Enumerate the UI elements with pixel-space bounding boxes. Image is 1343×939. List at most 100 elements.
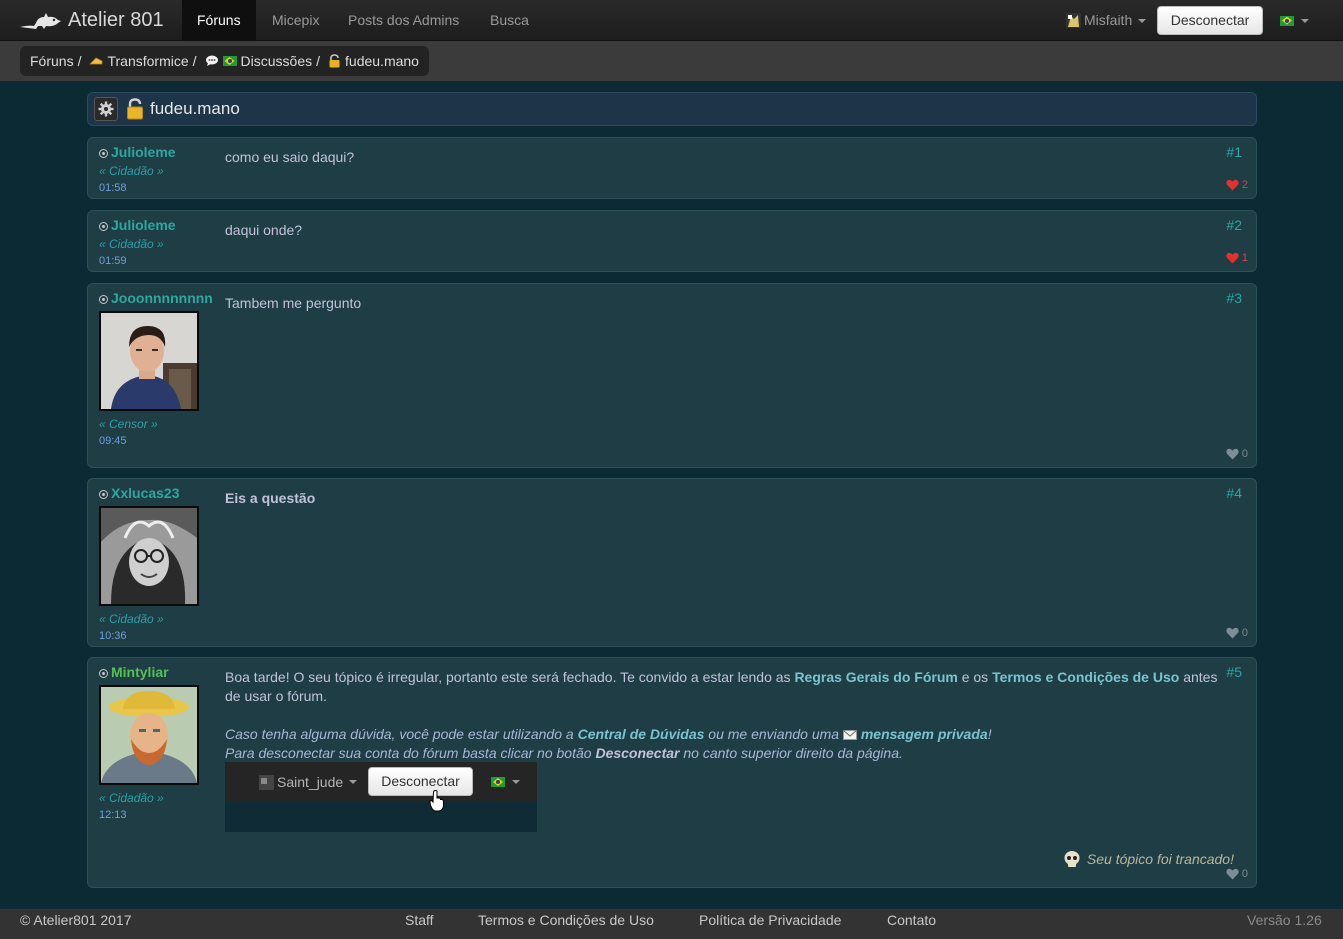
author-link[interactable]: Julioleme [99,144,214,161]
post-text: no canto superior direito da página. [683,745,903,761]
author-name: Julioleme [111,144,176,160]
author-link[interactable]: Mintyliar [99,664,214,681]
post-text: e os [961,669,989,685]
avatar[interactable] [99,311,199,411]
like-count: 1 [1241,252,1248,264]
post-5: Mintyliar « Cidadão » 12:13 Boa tarde! O… [87,657,1257,888]
post-number[interactable]: #2 [1226,217,1242,233]
post-body: daqui onde? [225,222,303,238]
envelope-icon [842,730,857,741]
avatar[interactable] [99,506,199,606]
author-link[interactable]: Julioleme [99,217,214,234]
author-link[interactable]: Xxlucas23 [99,485,214,502]
cheese-icon [89,57,103,65]
footer: © Atelier801 2017 Staff Termos e Condiçõ… [0,909,1343,939]
user-name: Misfaith [1084,12,1133,28]
nav-micepix[interactable]: Micepix [257,0,334,41]
gear-icon [98,101,114,117]
post-number[interactable]: #1 [1226,144,1242,160]
author-name: Julioleme [111,217,176,233]
post-2: Julioleme « Cidadão » 01:59 daqui onde? … [87,210,1257,272]
topic-settings-button[interactable] [94,97,118,121]
post-number[interactable]: #3 [1226,290,1242,306]
topic-title-bar: fudeu.mano [87,92,1257,126]
footer-link-contact[interactable]: Contato [887,912,936,928]
rules-link[interactable]: Regras Gerais do Fórum [794,669,957,685]
brand-logo[interactable]: Atelier 801 [18,6,164,34]
post-body: como eu saio daqui? [225,149,355,165]
post-3: Jooonnnnnnnn « Censor » 09:45 Tambem me … [87,283,1257,468]
status-icon [99,668,108,678]
like-button[interactable]: 1 [1226,252,1248,264]
status-icon [99,221,108,231]
post-4: Xxlucas23 « Cidadão » 10:36 Eis a questã… [87,478,1257,647]
hand-cursor-icon [429,790,444,812]
post-number[interactable]: #5 [1226,664,1242,680]
help-paragraph: Caso tenha alguma dúvida, você pode esta… [225,725,1235,763]
embedded-user-name: Saint_jude [277,774,344,790]
help-center-link[interactable]: Central de Dúvidas [578,726,705,742]
post-text: ! [987,726,992,742]
breadcrumb: Fóruns / Transformice / Discussões / fud… [20,46,429,76]
like-count: 0 [1241,868,1248,880]
author-role: « Cidadão » [99,237,164,251]
author-link[interactable]: Jooonnnnnnnn [99,290,214,307]
breadcrumb-transformice[interactable]: Transformice [89,53,189,69]
post-author-block: Jooonnnnnnnn « Censor » 09:45 [99,290,214,447]
chevron-down-icon [1138,18,1147,23]
skull-icon [1064,851,1080,867]
nav-forums[interactable]: Fóruns [182,0,256,41]
locked-notice: Seu tópico foi trancado! [1063,850,1234,868]
post-time: 01:59 [99,255,127,267]
language-menu[interactable] [1280,0,1309,41]
post-author-block: Julioleme « Cidadão » 01:58 [99,144,214,194]
breadcrumb-transformice-label: Transformice [107,53,189,69]
breadcrumb-discussions[interactable]: Discussões [205,53,312,69]
breadcrumb-separator: / [192,53,197,69]
breadcrumb-separator: / [77,53,82,69]
embedded-screenshot: Saint_jude Desconectar [225,762,537,832]
author-role: « Cidadão » [99,791,164,805]
post-body: Eis a questão [225,490,316,506]
embedded-navbar: Saint_jude Desconectar [225,762,537,812]
like-count: 0 [1241,448,1248,460]
like-button[interactable]: 0 [1226,448,1248,460]
nav-search[interactable]: Busca [475,0,544,41]
brazil-flag-icon [222,56,237,66]
chevron-down-icon [1301,18,1309,23]
status-icon [99,148,108,158]
post-text: Boa tarde! O seu tópico é irregular, por… [225,669,791,685]
post-text: Para desconectar sua conta do fórum bast… [225,745,592,761]
breadcrumb-separator: / [316,53,321,69]
breadcrumb-forums[interactable]: Fóruns [30,53,74,69]
footer-link-terms[interactable]: Termos e Condições de Uso [478,912,654,928]
author-role: « Cidadão » [99,612,164,626]
terms-link[interactable]: Termos e Condições de Uso [992,669,1179,685]
post-number[interactable]: #4 [1226,485,1242,501]
like-button[interactable]: 0 [1226,868,1248,880]
embedded-disconnect-button: Desconectar [368,767,473,796]
post-body: Tambem me pergunto [225,295,362,311]
embedded-language-menu [491,762,520,802]
chevron-down-icon [512,780,520,784]
private-message-link[interactable]: mensagem privada [861,726,988,742]
like-button[interactable]: 0 [1226,627,1248,639]
heart-icon [1226,448,1239,460]
disconnect-button[interactable]: Desconectar [1157,6,1263,35]
breadcrumb-topic[interactable]: fudeu.mano [328,53,419,69]
post-author-block: Xxlucas23 « Cidadão » 10:36 [99,485,214,642]
author-role: « Censor » [99,417,158,431]
post-time: 01:58 [99,182,127,194]
brand-title: Atelier 801 [68,8,164,31]
like-button[interactable]: 2 [1226,179,1248,191]
nav-admin-posts[interactable]: Posts dos Admins [333,0,474,41]
post-text: ou me enviando uma [708,726,840,742]
heart-icon [1226,868,1239,880]
user-avatar-icon [259,774,274,790]
author-name: Xxlucas23 [111,485,180,501]
footer-link-privacy[interactable]: Política de Privacidade [699,912,841,928]
user-menu[interactable]: Misfaith [1066,0,1147,41]
author-name: Jooonnnnnnnn [111,290,213,306]
footer-link-staff[interactable]: Staff [405,912,434,928]
avatar[interactable] [99,685,199,785]
